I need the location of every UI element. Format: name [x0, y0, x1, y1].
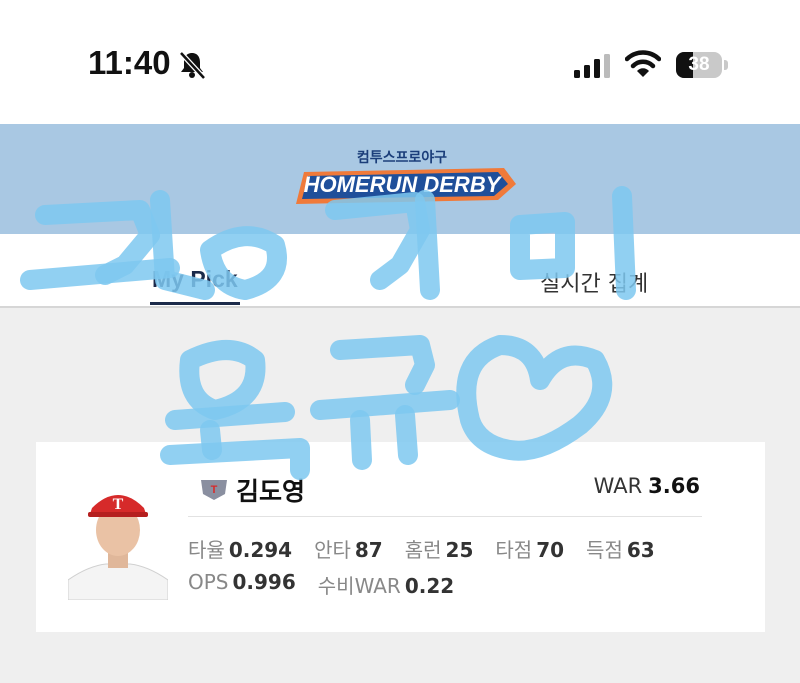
- svg-text:T: T: [113, 496, 124, 513]
- tab-my-pick[interactable]: My Pick: [150, 266, 240, 305]
- stat-value: 0.996: [232, 570, 296, 594]
- stat-value: 87: [354, 538, 383, 562]
- signal-icon: [574, 54, 610, 78]
- battery-level: 38: [688, 54, 710, 75]
- stat-value: 0.294: [228, 538, 293, 562]
- war-stat: WAR 3.66: [594, 474, 700, 498]
- team-logo: T: [201, 480, 227, 500]
- player-photo: T: [68, 480, 168, 600]
- stat-value: 63: [626, 538, 655, 562]
- tab-bar: [0, 234, 800, 308]
- tab-realtime-tally[interactable]: 실시간 집계: [540, 266, 648, 298]
- logo-title: HOMERUN DERBY: [304, 172, 503, 197]
- stats-row-1: 타율 0.294 안타 87 홈런 25 타점 70 득점 63: [188, 534, 655, 563]
- stats-row-2: OPS 0.996 수비WAR 0.22: [188, 570, 454, 599]
- stat-hits: 안타 87: [314, 534, 383, 563]
- stat-label: 수비WAR: [317, 574, 401, 598]
- battery-cap: [724, 60, 728, 70]
- stat-label: 득점: [586, 538, 623, 562]
- stat-runs: 득점 63: [586, 534, 655, 563]
- stat-home-runs: 홈런 25: [405, 534, 474, 563]
- bell-slash-icon: [179, 51, 206, 80]
- stat-defensive-war: 수비WAR 0.22: [318, 570, 454, 599]
- stat-label: OPS: [188, 570, 229, 594]
- stat-label: 홈런: [404, 538, 442, 562]
- stat-ops: OPS 0.996: [188, 570, 296, 599]
- stat-value: 0.22: [404, 574, 455, 598]
- stat-label: 안타: [314, 538, 351, 562]
- stat-label: 타점: [495, 538, 533, 562]
- player-name: 김도영: [236, 478, 306, 506]
- team-logo-letter: T: [211, 484, 218, 496]
- war-value: 3.66: [648, 474, 700, 498]
- status-time: 11:40: [88, 44, 171, 81]
- stat-value: 70: [536, 538, 565, 562]
- war-label: WAR: [593, 474, 643, 498]
- stat-batting-avg: 타율 0.294: [188, 534, 292, 563]
- stat-value: 25: [445, 538, 474, 562]
- logo-subtitle: 컴투스프로야구: [357, 149, 447, 165]
- battery-icon: 38: [676, 52, 722, 78]
- homerun-derby-logo: 컴투스프로야구 HOMERUN DERBY: [296, 149, 516, 204]
- card-divider: [188, 516, 702, 517]
- wifi-icon: [625, 50, 661, 77]
- stat-label: 타율: [188, 538, 225, 562]
- stat-rbi: 타점 70: [495, 534, 564, 563]
